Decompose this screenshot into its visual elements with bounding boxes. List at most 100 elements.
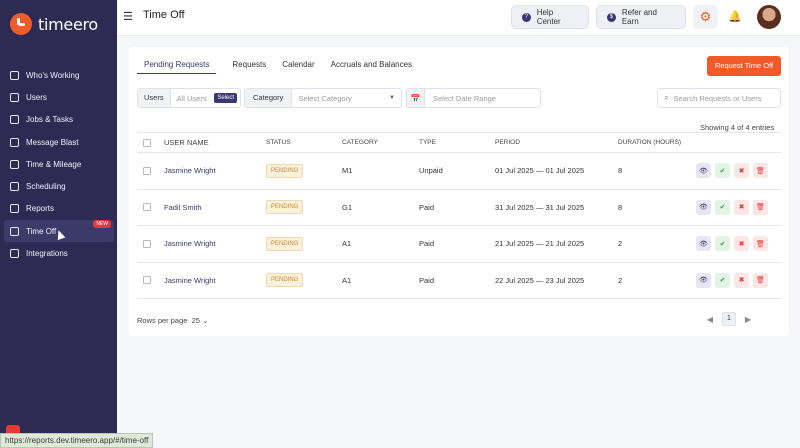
user-name-link[interactable]: Jasmine Wright	[164, 276, 216, 285]
users-filter[interactable]: Users All Users Select	[137, 88, 241, 108]
search-input[interactable]: ⌕ Search Requests or Users	[657, 88, 781, 108]
menu-toggle-icon[interactable]: ☰	[123, 10, 133, 23]
dollar-icon: $	[607, 12, 616, 22]
type-cell: Paid	[419, 202, 435, 212]
rows-per-page[interactable]: Rows per page 25 ⌄	[137, 316, 208, 325]
new-badge: NEW	[93, 220, 111, 229]
sidebar-item-reports[interactable]: Reports	[4, 198, 114, 220]
request-time-off-button[interactable]: Request Time Off	[707, 56, 781, 76]
select-all-checkbox[interactable]	[143, 138, 151, 147]
bell-icon[interactable]: 🔔	[728, 10, 742, 23]
refer-and-earn-label: Refer and Earn	[621, 8, 657, 26]
page-number[interactable]: 1	[722, 312, 736, 326]
date-range-filter[interactable]: 📅 Select Date Range	[406, 88, 541, 108]
entries-count: Showing 4 of 4 entries	[700, 123, 775, 132]
sidebar-item-integrations[interactable]: Integrations	[4, 242, 114, 264]
sidebar-item-whos-working[interactable]: Who's Working	[4, 64, 114, 86]
help-center-label: Help Center	[536, 8, 561, 26]
view-icon[interactable]: 👁	[696, 236, 711, 252]
view-icon[interactable]: 👁	[696, 199, 711, 215]
logo[interactable]: timeero	[10, 13, 98, 35]
reports-icon	[10, 204, 19, 214]
row-checkbox[interactable]	[143, 203, 151, 212]
user-name-link[interactable]: Jasmine Wright	[164, 166, 216, 175]
calendar-icon	[10, 182, 19, 192]
row-actions: 👁 ✔ ✖ 🗑	[696, 272, 772, 288]
sidebar-item-jobs-tasks[interactable]: Jobs & Tasks	[4, 109, 114, 131]
users-select-button[interactable]: Select	[214, 93, 237, 103]
page-title: Time Off	[143, 9, 185, 21]
user-name-link[interactable]: Fadil Smith	[164, 203, 202, 212]
category-cell: A1	[342, 239, 352, 249]
sidebar-item-label: Message Blast	[26, 137, 79, 147]
duration-cell: 2	[618, 239, 623, 249]
next-page-icon[interactable]: ▶	[742, 315, 754, 324]
category-cell: M1	[342, 166, 353, 176]
chevron-down-icon: ▼	[389, 95, 395, 101]
sidebar-item-label: Reports	[26, 204, 55, 214]
delete-icon[interactable]: 🗑	[753, 163, 768, 179]
approve-icon[interactable]: ✔	[715, 236, 730, 252]
category-cell: A1	[342, 275, 352, 285]
tab-requests[interactable]: Requests	[232, 56, 266, 74]
approve-icon[interactable]: ✔	[715, 272, 730, 288]
approve-icon[interactable]: ✔	[715, 163, 730, 179]
duration-cell: 2	[618, 275, 623, 285]
header-type[interactable]: Type	[419, 139, 436, 146]
sidebar-item-label: Jobs & Tasks	[26, 115, 73, 125]
sidebar-item-label: Time & Mileage	[26, 159, 82, 169]
header-status[interactable]: Status	[266, 139, 291, 146]
row-checkbox[interactable]	[143, 166, 151, 175]
sidebar-item-message-blast[interactable]: Message Blast	[4, 131, 114, 153]
status-cell: PENDING	[266, 273, 304, 288]
timeero-logo-icon	[10, 13, 32, 35]
period-cell: 01 Jul 2025 — 01 Jul 2025	[495, 166, 585, 176]
search-placeholder: Search Requests or Users	[673, 93, 762, 103]
settings-button[interactable]: ⚙	[693, 5, 718, 29]
row-checkbox[interactable]	[143, 239, 151, 248]
date-range-placeholder: Select Date Range	[433, 93, 496, 103]
row-actions: 👁 ✔ ✖ 🗑	[696, 199, 772, 215]
sidebar-item-time-mileage[interactable]: Time & Mileage	[4, 153, 114, 175]
row-actions: 👁 ✔ ✖ 🗑	[696, 236, 772, 252]
status-cell: PENDING	[266, 163, 304, 178]
view-icon[interactable]: 👁	[696, 163, 711, 179]
category-filter[interactable]: Category Select Category ▼	[244, 88, 402, 108]
delete-icon[interactable]: 🗑	[753, 199, 768, 215]
clock-icon	[10, 159, 19, 169]
delete-icon[interactable]: 🗑	[753, 236, 768, 252]
header-period[interactable]: Period	[495, 139, 520, 146]
header-user-name[interactable]: User Name	[164, 138, 209, 147]
user-name-link[interactable]: Jasmine Wright	[164, 239, 216, 248]
header-duration[interactable]: Duration (Hours)	[618, 139, 681, 146]
reject-icon[interactable]: ✖	[734, 236, 749, 252]
status-bar-url: https://reports.dev.timeero.app/#/time-o…	[0, 433, 154, 448]
table-header: User Name Status Category Type Period Du…	[137, 132, 781, 153]
delete-icon[interactable]: 🗑	[753, 272, 768, 288]
refer-and-earn-button[interactable]: $ Refer and Earn	[596, 5, 686, 29]
avatar[interactable]	[757, 5, 781, 29]
period-cell: 22 Jul 2025 — 23 Jul 2025	[495, 275, 585, 285]
table-row: Fadil Smith PENDING G1 Paid 31 Jul 2025 …	[137, 190, 781, 226]
sidebar-item-users[interactable]: Users	[4, 86, 114, 108]
type-cell: Paid	[419, 275, 435, 285]
header-category[interactable]: Category	[342, 139, 378, 146]
users-filter-placeholder: All Users	[176, 93, 207, 103]
approve-icon[interactable]: ✔	[715, 199, 730, 215]
sidebar-item-label: Who's Working	[26, 70, 80, 80]
reject-icon[interactable]: ✖	[734, 199, 749, 215]
view-icon[interactable]: 👁	[696, 272, 711, 288]
tab-accruals-balances[interactable]: Accruals and Balances	[331, 56, 412, 74]
row-checkbox[interactable]	[143, 276, 151, 285]
prev-page-icon[interactable]: ◀	[704, 315, 716, 324]
tab-pending-requests[interactable]: Pending Requests	[137, 56, 217, 74]
message-icon	[10, 137, 19, 147]
reject-icon[interactable]: ✖	[734, 163, 749, 179]
period-cell: 21 Jul 2025 — 21 Jul 2025	[495, 239, 585, 249]
sidebar-item-scheduling[interactable]: Scheduling	[4, 175, 114, 197]
help-center-button[interactable]: ? Help Center	[511, 5, 589, 29]
tab-calendar[interactable]: Calendar	[282, 56, 314, 74]
sidebar-item-label: Time Off	[26, 226, 57, 236]
map-pin-icon	[10, 70, 19, 80]
reject-icon[interactable]: ✖	[734, 272, 749, 288]
